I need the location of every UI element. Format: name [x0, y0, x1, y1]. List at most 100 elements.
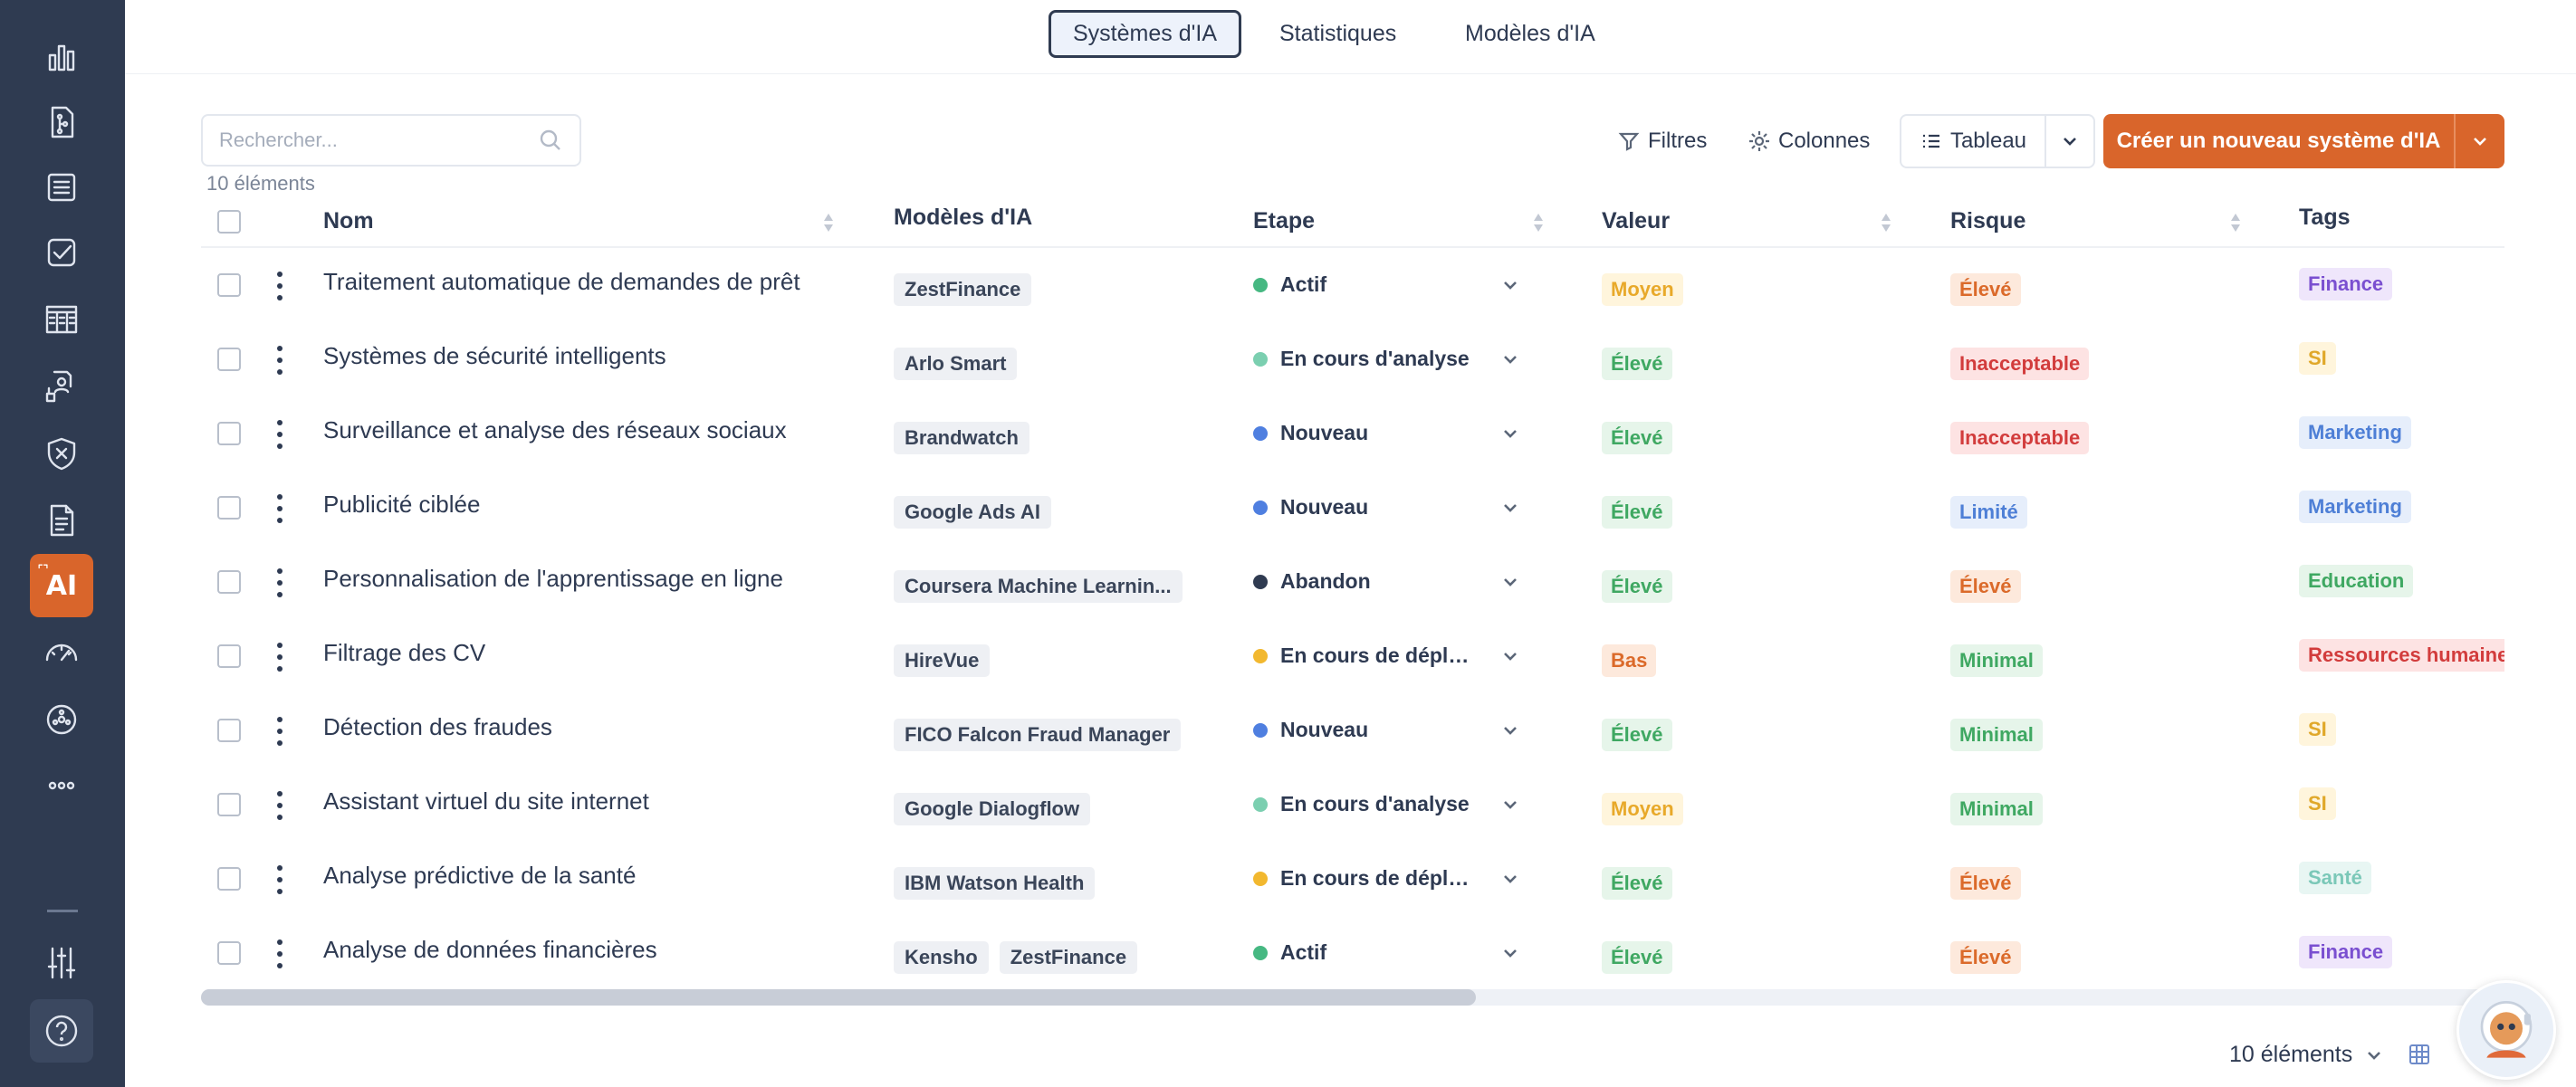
row-actions-icon[interactable] — [273, 494, 286, 523]
row-checkbox[interactable] — [217, 644, 241, 668]
nav-performance[interactable] — [30, 621, 93, 684]
tag-badge[interactable]: SI — [2299, 342, 2336, 375]
nav-security[interactable] — [30, 422, 93, 485]
row-checkbox[interactable] — [217, 422, 241, 445]
stage-selector[interactable]: Nouveau — [1253, 495, 1525, 520]
tag-badge[interactable]: Finance — [2299, 268, 2393, 300]
tag-badge[interactable]: Santé — [2299, 862, 2371, 894]
sort-name-icon[interactable] — [822, 212, 835, 234]
model-chip[interactable]: Google Dialogflow — [894, 793, 1091, 825]
sort-value-icon[interactable] — [1880, 212, 1892, 234]
view-table-button[interactable]: Tableau — [1901, 116, 2046, 167]
row-checkbox[interactable] — [217, 719, 241, 742]
tag-badge[interactable]: Ressources humaines — [2299, 639, 2504, 672]
model-chip[interactable]: ZestFinance — [894, 273, 1032, 306]
table-row[interactable]: Surveillance et analyse des réseaux soci… — [201, 396, 2504, 471]
nav-admin[interactable] — [30, 931, 93, 995]
help-button[interactable] — [30, 999, 93, 1063]
tag-badge[interactable]: Marketing — [2299, 491, 2411, 523]
table-row[interactable]: Filtrage des CV HireVue En cours de déploi… — [201, 619, 2504, 693]
system-name[interactable]: Surveillance et analyse des réseaux soci… — [323, 416, 787, 444]
sort-risk-icon[interactable] — [2229, 212, 2242, 234]
tag-badge[interactable]: Education — [2299, 565, 2414, 597]
system-name[interactable]: Personnalisation de l'apprentissage en l… — [323, 565, 783, 593]
column-header-name[interactable]: Nom — [323, 208, 374, 234]
stage-selector[interactable]: Actif — [1253, 940, 1525, 965]
nav-settings[interactable] — [30, 688, 93, 751]
model-chip[interactable]: FICO Falcon Fraud Manager — [894, 719, 1182, 751]
create-ai-system-button[interactable]: Créer un nouveau système d'IA — [2103, 114, 2456, 168]
sort-stage-icon[interactable] — [1532, 212, 1545, 234]
row-actions-icon[interactable] — [273, 717, 286, 746]
row-actions-icon[interactable] — [273, 272, 286, 300]
scrollbar-thumb[interactable] — [201, 989, 1476, 1006]
horizontal-scrollbar[interactable] — [201, 989, 2504, 1006]
model-chip[interactable]: Coursera Machine Learnin... — [894, 570, 1183, 603]
table-row[interactable]: Assistant virtuel du site internet Google… — [201, 768, 2504, 842]
row-checkbox[interactable] — [217, 793, 241, 816]
column-header-risk[interactable]: Risque — [1950, 208, 2025, 234]
column-header-tags[interactable]: Tags — [2299, 205, 2351, 231]
row-actions-icon[interactable] — [273, 791, 286, 820]
system-name[interactable]: Détection des fraudes — [323, 713, 552, 741]
row-checkbox[interactable] — [217, 941, 241, 965]
stage-selector[interactable]: En cours de déploi... — [1253, 866, 1525, 891]
nav-ai-systems[interactable]: AI — [30, 554, 93, 617]
stage-selector[interactable]: Nouveau — [1253, 421, 1525, 445]
nav-documents[interactable] — [30, 489, 93, 552]
tag-badge[interactable]: SI — [2299, 787, 2336, 820]
tab-ai-systems[interactable]: Systèmes d'IA — [1049, 10, 1241, 58]
system-name[interactable]: Publicité ciblée — [323, 491, 480, 519]
tab-statistics[interactable]: Statistiques — [1258, 10, 1418, 58]
model-chip[interactable]: Kensho — [894, 941, 989, 974]
system-name[interactable]: Analyse prédictive de la santé — [323, 862, 636, 890]
table-row[interactable]: Traitement automatique de demandes de pr… — [201, 248, 2504, 322]
table-row[interactable]: Systèmes de sécurité intelligents Arlo Sm… — [201, 322, 2504, 396]
stage-selector[interactable]: En cours de déploi... — [1253, 644, 1525, 668]
column-header-value[interactable]: Valeur — [1602, 208, 1670, 234]
row-checkbox[interactable] — [217, 273, 241, 297]
tag-badge[interactable]: SI — [2299, 713, 2336, 746]
nav-dashboard[interactable] — [30, 25, 93, 89]
table-row[interactable]: Publicité ciblée Google Ads AI Nouveau Élev… — [201, 471, 2504, 545]
select-all-checkbox[interactable] — [217, 210, 241, 234]
row-actions-icon[interactable] — [273, 939, 286, 968]
row-actions-icon[interactable] — [273, 568, 286, 597]
stage-selector[interactable]: En cours d'analyse — [1253, 792, 1525, 816]
assistant-avatar[interactable] — [2456, 980, 2556, 1080]
nav-catalog[interactable] — [30, 288, 93, 351]
nav-tasks[interactable] — [30, 221, 93, 284]
stage-selector[interactable]: Abandon — [1253, 569, 1525, 594]
row-actions-icon[interactable] — [273, 643, 286, 672]
table-row[interactable]: Personnalisation de l'apprentissage en l… — [201, 545, 2504, 619]
view-dropdown-button[interactable] — [2046, 116, 2093, 167]
stage-selector[interactable]: Nouveau — [1253, 718, 1525, 742]
tag-badge[interactable]: Marketing — [2299, 416, 2411, 449]
system-name[interactable]: Traitement automatique de demandes de pr… — [323, 268, 800, 296]
grid-settings-icon[interactable] — [2408, 1044, 2430, 1065]
system-name[interactable]: Systèmes de sécurité intelligents — [323, 342, 666, 370]
search-icon[interactable] — [538, 128, 563, 153]
system-name[interactable]: Analyse de données financières — [323, 936, 657, 964]
footer-count-selector[interactable]: 10 éléments — [2229, 1042, 2383, 1068]
row-actions-icon[interactable] — [273, 346, 286, 375]
model-chip[interactable]: HireVue — [894, 644, 991, 677]
row-checkbox[interactable] — [217, 570, 241, 594]
stage-selector[interactable]: En cours d'analyse — [1253, 347, 1525, 371]
row-checkbox[interactable] — [217, 496, 241, 520]
filters-button[interactable]: Filtres — [1617, 116, 1707, 167]
system-name[interactable]: Filtrage des CV — [323, 639, 485, 667]
search-input[interactable] — [219, 129, 538, 152]
table-row[interactable]: Détection des fraudes FICO Falcon Fraud M… — [201, 693, 2504, 768]
model-chip[interactable]: IBM Watson Health — [894, 867, 1096, 900]
model-chip[interactable]: Google Ads AI — [894, 496, 1051, 529]
tab-ai-models[interactable]: Modèles d'IA — [1443, 10, 1617, 58]
stage-selector[interactable]: Actif — [1253, 272, 1525, 297]
columns-button[interactable]: Colonnes — [1748, 116, 1870, 167]
row-actions-icon[interactable] — [273, 420, 286, 449]
nav-registry[interactable] — [30, 156, 93, 219]
model-chip[interactable]: Brandwatch — [894, 422, 1029, 454]
nav-processes[interactable] — [30, 91, 93, 154]
nav-more[interactable] — [30, 754, 93, 817]
tag-badge[interactable]: Finance — [2299, 936, 2393, 968]
